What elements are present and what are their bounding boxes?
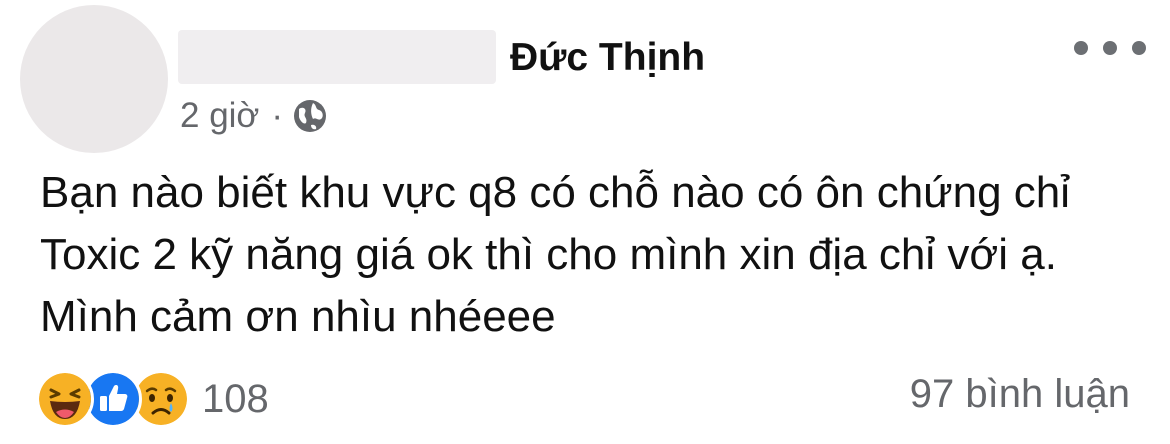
post-body: Bạn nào biết khu vực q8 có chỗ nào có ôn… xyxy=(40,162,1140,348)
reaction-count[interactable]: 108 xyxy=(202,377,269,422)
comment-count-link[interactable]: 97 bình luận xyxy=(910,372,1130,417)
redacted-name xyxy=(178,30,496,84)
post-body-line: Bạn nào biết khu vực q8 có chỗ nào có ôn… xyxy=(40,168,1071,217)
post-meta: 2 giờ · xyxy=(180,96,329,136)
meta-separator: · xyxy=(271,96,284,135)
post-timestamp[interactable]: 2 giờ xyxy=(180,96,259,136)
avatar[interactable] xyxy=(20,5,168,153)
haha-reaction-icon xyxy=(36,370,94,428)
more-options-icon[interactable] xyxy=(1074,30,1146,66)
author-name[interactable]: Đức Thịnh xyxy=(510,36,705,80)
facebook-post: Đức Thịnh 2 giờ · Bạn nào biết khu vực q… xyxy=(0,0,1170,444)
post-body-line: Toxic 2 kỹ năng giá ok thì cho mình xin … xyxy=(40,230,1057,279)
globe-icon[interactable] xyxy=(291,97,329,135)
reaction-summary[interactable]: 108 xyxy=(36,370,269,428)
post-body-line: Mình cảm ơn nhìu nhéeee xyxy=(40,292,556,341)
